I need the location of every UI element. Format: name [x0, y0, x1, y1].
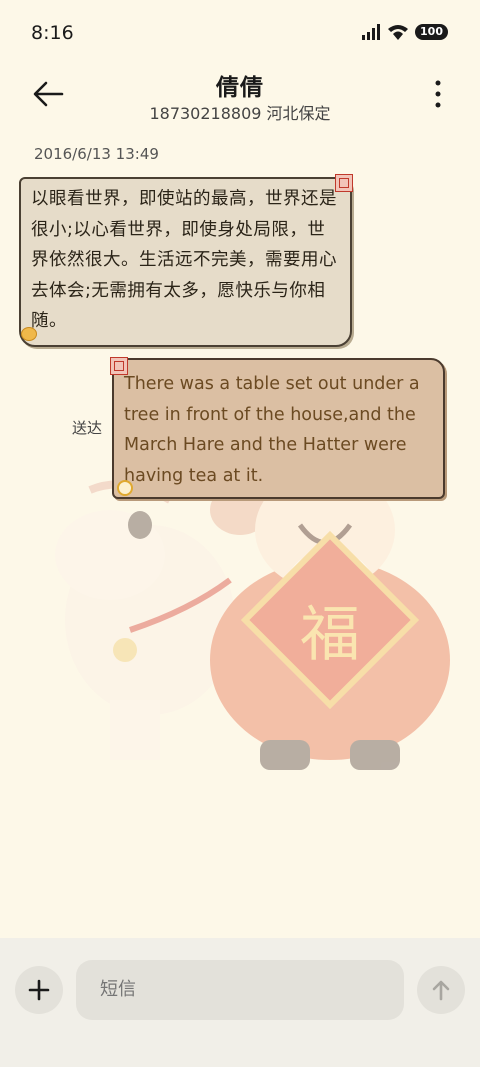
status-bar: 8:16 100 — [0, 0, 480, 64]
seal-icon — [335, 174, 353, 192]
outgoing-message-text: There was a table set out under a tree i… — [124, 374, 420, 486]
incoming-message-bubble[interactable]: 以眼看世界，即使站的最高，世界还是很小;以心看世界，即使身处局限，世界依然很大。… — [19, 177, 352, 347]
battery-indicator: 100 — [415, 24, 448, 40]
delivery-status: 送达 — [72, 419, 103, 437]
signal-icon — [362, 24, 381, 40]
incoming-message-text: 以眼看世界，即使站的最高，世界还是很小;以心看世界，即使身处局限，世界依然很大。… — [31, 189, 337, 331]
add-attachment-button[interactable] — [15, 966, 63, 1014]
contact-info: 18730218809 河北保定 — [149, 104, 331, 123]
coin-ring-icon — [117, 480, 133, 496]
coin-icon — [21, 327, 37, 341]
send-arrow-icon — [432, 980, 450, 1001]
status-time: 8:16 — [31, 22, 74, 44]
more-options-button[interactable] — [428, 78, 448, 110]
message-composer — [0, 938, 480, 1067]
message-input[interactable] — [76, 960, 404, 1020]
plus-icon — [28, 979, 50, 1001]
seal-icon — [110, 357, 128, 375]
svg-text:福: 福 — [300, 600, 360, 670]
message-timestamp: 2016/6/13 13:49 — [34, 145, 159, 163]
conversation-header: 倩倩 18730218809 河北保定 — [0, 64, 480, 134]
wifi-icon — [388, 25, 409, 40]
contact-name: 倩倩 — [216, 75, 264, 101]
send-button[interactable] — [417, 966, 465, 1014]
more-vertical-icon — [435, 80, 441, 108]
background-illustration: 福 — [55, 470, 450, 770]
outgoing-message-bubble[interactable]: There was a table set out under a tree i… — [112, 358, 445, 499]
status-icons: 100 — [361, 24, 448, 40]
